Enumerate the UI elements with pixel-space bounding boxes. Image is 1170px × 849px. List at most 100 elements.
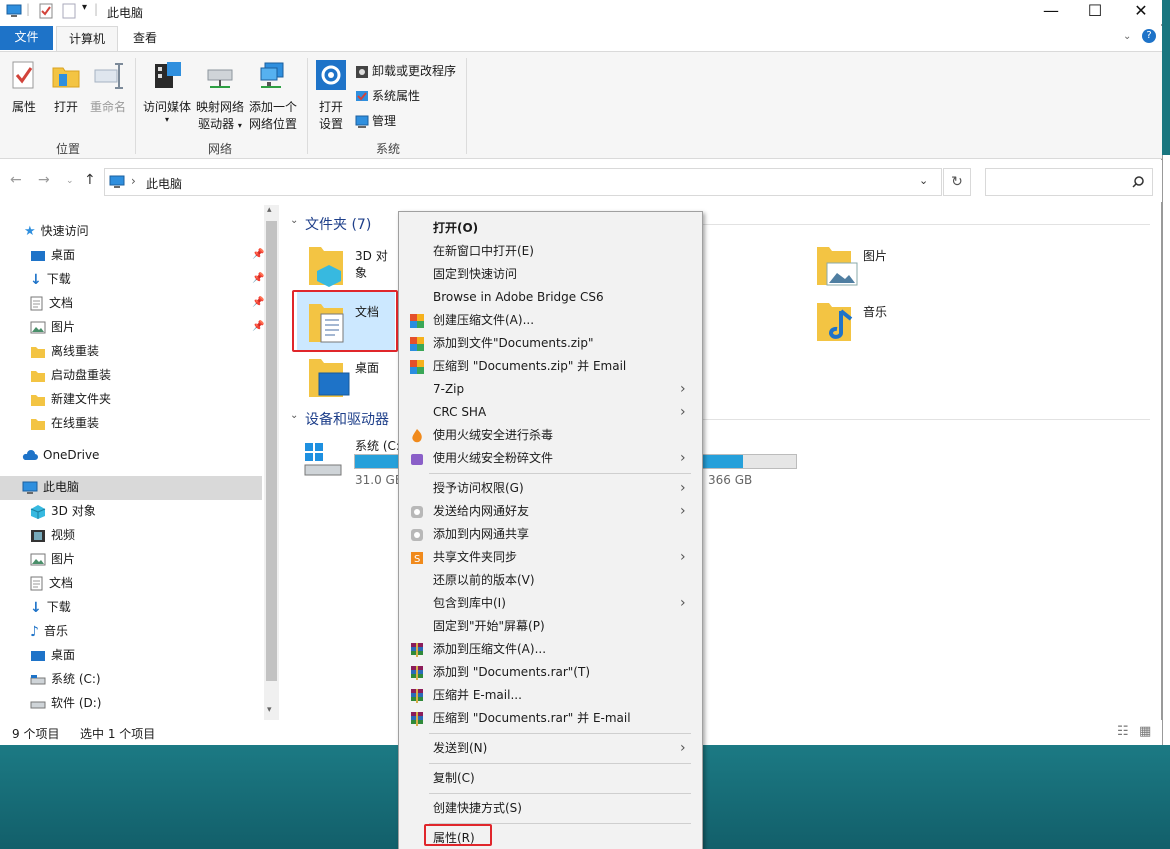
menu-send-lan-friend[interactable]: 发送给内网通好友 ›: [399, 500, 702, 523]
menu-label: 压缩到 "Documents.zip" 并 Email: [433, 359, 627, 373]
nav-scrollbar-thumb[interactable]: [266, 221, 277, 681]
menu-open-new-window[interactable]: 在新窗口中打开(E): [399, 240, 702, 263]
dropdown-arrow-icon: ▾: [164, 115, 169, 124]
nav-pc-downloads[interactable]: ↓ 下载: [30, 595, 71, 619]
customize-quick-access-icon[interactable]: ▾: [82, 2, 87, 19]
ribbon-collapse-icon[interactable]: ⌄: [1123, 31, 1131, 42]
nav-pictures[interactable]: 图片: [30, 315, 75, 339]
access-media-button[interactable]: 访问媒体 ▾: [141, 60, 193, 124]
nav-folder-new[interactable]: 新建文件夹: [30, 387, 111, 411]
menu-label: 共享文件夹同步: [433, 550, 518, 564]
menu-zip-email[interactable]: 压缩到 "Documents.zip" 并 Email: [399, 355, 702, 378]
menu-scan-virus[interactable]: 使用火绒安全进行杀毒: [399, 424, 702, 447]
add-network-location-button[interactable]: 添加一个 网络位置: [247, 60, 299, 133]
nav-downloads[interactable]: ↓ 下载: [30, 267, 71, 291]
menu-include-library[interactable]: 包含到库中(I) ›: [399, 592, 702, 615]
scroll-down-icon[interactable]: ▾: [267, 705, 272, 715]
open-settings-button[interactable]: 打开 设置: [313, 60, 349, 133]
details-view-icon[interactable]: ☷: [1117, 724, 1129, 739]
help-icon[interactable]: ?: [1142, 29, 1156, 43]
menu-7zip[interactable]: 7-Zip ›: [399, 378, 702, 401]
folder-music[interactable]: 音乐: [815, 297, 915, 349]
nav-desktop[interactable]: 桌面: [30, 243, 75, 267]
nav-documents[interactable]: 文档: [30, 291, 73, 315]
menu-browse-bridge[interactable]: Browse in Adobe Bridge CS6: [399, 286, 702, 309]
search-input[interactable]: [985, 168, 1153, 196]
menu-rar-add[interactable]: 添加到压缩文件(A)...: [399, 638, 702, 661]
menu-open[interactable]: 打开(O): [399, 217, 702, 240]
scroll-up-icon[interactable]: ▴: [267, 205, 272, 215]
large-icons-view-icon[interactable]: ▦: [1139, 724, 1151, 739]
address-dropdown-icon[interactable]: ⌄: [919, 174, 928, 187]
menu-create-shortcut[interactable]: 创建快捷方式(S): [399, 797, 702, 820]
rename-ribbon-button[interactable]: 重命名: [88, 60, 128, 116]
breadcrumb-this-pc[interactable]: 此电脑: [146, 175, 182, 192]
menu-rar-named-email[interactable]: 压缩到 "Documents.rar" 并 E-mail: [399, 707, 702, 730]
maximize-button[interactable]: ☐: [1072, 0, 1118, 24]
address-bar[interactable]: › 此电脑 ⌄: [104, 168, 942, 196]
nav-folder-offline-reinstall[interactable]: 离线重装: [30, 339, 99, 363]
nav-3d-objects[interactable]: 3D 对象: [30, 499, 96, 523]
menu-rar-email[interactable]: 压缩并 E-mail...: [399, 684, 702, 707]
collapse-group-icon[interactable]: ⌄: [290, 410, 298, 421]
nav-quick-access[interactable]: ★ 快速访问: [24, 219, 89, 243]
properties-ribbon-button[interactable]: 属性: [6, 60, 42, 116]
nav-drive-c[interactable]: 系统 (C:): [30, 667, 101, 691]
nav-this-pc[interactable]: 此电脑: [22, 475, 79, 499]
folder-desktop[interactable]: 桌面: [307, 353, 397, 405]
open-label: 打开: [53, 100, 78, 114]
nav-folder-boot-reinstall[interactable]: 启动盘重装: [30, 363, 111, 387]
map-drive-button[interactable]: 映射网络 驱动器 ▾: [194, 60, 246, 134]
collapse-group-icon[interactable]: ⌄: [290, 215, 298, 226]
menu-share-sync[interactable]: S 共享文件夹同步 ›: [399, 546, 702, 569]
menu-restore-versions[interactable]: 还原以前的版本(V): [399, 569, 702, 592]
nav-drive-d[interactable]: 软件 (D:): [30, 691, 101, 715]
group-system-label: 系统: [375, 142, 400, 156]
menu-add-zip[interactable]: 添加到文件"Documents.zip": [399, 332, 702, 355]
forward-arrow-icon[interactable]: →: [38, 172, 50, 188]
folder-pictures[interactable]: 图片: [815, 241, 915, 293]
menu-crc-sha[interactable]: CRC SHA ›: [399, 401, 702, 424]
nav-folder-online-reinstall[interactable]: 在线重装: [30, 411, 99, 435]
up-arrow-icon[interactable]: ↑: [84, 172, 96, 188]
tab-file[interactable]: 文件: [0, 26, 53, 50]
menu-pin-start[interactable]: 固定到"开始"屏幕(P): [399, 615, 702, 638]
menu-shred-file[interactable]: 使用火绒安全粉碎文件 ›: [399, 447, 702, 470]
nav-onedrive[interactable]: OneDrive: [22, 443, 99, 467]
nav-pc-pictures[interactable]: 图片: [30, 547, 75, 571]
properties-quick-icon[interactable]: [39, 3, 53, 20]
system-properties-button[interactable]: 系统属性: [355, 87, 420, 107]
nav-videos[interactable]: 视频: [30, 523, 75, 547]
system-properties-icon: [356, 90, 368, 101]
uninstall-button[interactable]: 卸载或更改程序: [355, 62, 456, 82]
devices-group-header[interactable]: 设备和驱动器: [305, 409, 389, 429]
video-icon: [31, 529, 45, 542]
menu-create-archive[interactable]: 创建压缩文件(A)...: [399, 309, 702, 332]
nav-pc-documents[interactable]: 文档: [30, 571, 73, 595]
nav-label: 文档: [49, 296, 74, 310]
this-pc-icon: [22, 481, 38, 494]
menu-rar-add-named[interactable]: 添加到 "Documents.rar"(T): [399, 661, 702, 684]
tab-computer[interactable]: 计算机: [56, 26, 118, 52]
back-arrow-icon[interactable]: ←: [10, 172, 22, 188]
minimize-button[interactable]: —: [1028, 0, 1074, 24]
menu-send-to[interactable]: 发送到(N) ›: [399, 737, 702, 760]
open-ribbon-button[interactable]: 打开: [48, 60, 84, 116]
recent-locations-icon[interactable]: ⌄: [66, 176, 74, 186]
menu-grant-access[interactable]: 授予访问权限(G) ›: [399, 477, 702, 500]
menu-pin-quick-access[interactable]: 固定到快速访问: [399, 263, 702, 286]
tab-view[interactable]: 查看: [122, 26, 168, 52]
folder-3d-objects[interactable]: 3D 对象: [307, 241, 397, 293]
new-folder-quick-icon[interactable]: [62, 3, 76, 20]
close-button[interactable]: ✕: [1118, 0, 1164, 24]
refresh-button[interactable]: ↻: [943, 168, 971, 196]
nav-pc-music[interactable]: ♪ 音乐: [30, 619, 68, 643]
submenu-arrow-icon: ›: [680, 503, 686, 519]
manage-button[interactable]: 管理: [355, 112, 396, 132]
nav-pc-desktop[interactable]: 桌面: [30, 643, 75, 667]
nav-scrollbar[interactable]: ▴ ▾: [264, 205, 279, 720]
folders-group-header[interactable]: 文件夹 (7): [305, 214, 371, 234]
breadcrumb-separator[interactable]: ›: [131, 174, 136, 188]
menu-add-lan-share[interactable]: 添加到内网通共享: [399, 523, 702, 546]
menu-copy[interactable]: 复制(C): [399, 767, 702, 790]
